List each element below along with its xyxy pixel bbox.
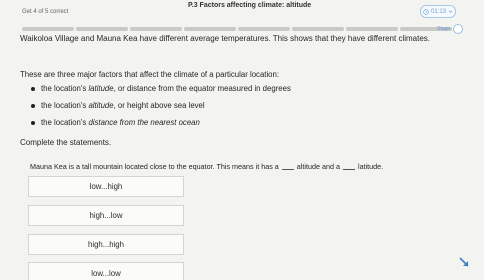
list-item: the location's distance from the nearest…	[30, 118, 291, 135]
factors-lead: These are three major factors that affec…	[20, 70, 280, 79]
practice-page: Get 4 of 5 correct P.3 Factors affecting…	[0, 0, 484, 280]
timer[interactable]: 01:13	[420, 5, 456, 18]
answer-option[interactable]: high...high	[28, 234, 184, 255]
stage-segment	[292, 27, 344, 31]
cloze-sentence: Mauna Kea is a tall mountain located clo…	[30, 162, 384, 171]
factors-list: the location's latitude, or distance fro…	[30, 84, 291, 135]
chevron-down-icon	[448, 10, 453, 13]
clock-icon	[423, 8, 429, 15]
list-item: the location's latitude, or distance fro…	[30, 84, 291, 101]
lesson-title: P.3 Factors affecting climate: altitude	[188, 2, 312, 9]
factor-term: altitude	[88, 101, 114, 110]
list-item: the location's altitude, or height above…	[30, 101, 291, 118]
answer-option[interactable]: low...high	[28, 176, 184, 197]
factor-term: distance from the nearest ocean	[88, 118, 200, 127]
stage-segment	[130, 27, 182, 31]
answer-blank[interactable]	[342, 169, 355, 170]
stage-progress-bar	[22, 27, 452, 31]
answer-option[interactable]: high...low	[28, 205, 184, 226]
stage-indicator: Stage	[437, 24, 464, 34]
stage-label: Stage	[437, 26, 451, 32]
instruction: Complete the statements.	[20, 138, 112, 147]
stage-segment	[238, 27, 290, 31]
resize-handle-icon[interactable]	[458, 256, 470, 268]
answer-blank[interactable]	[281, 169, 294, 170]
top-bar: Get 4 of 5 correct P.3 Factors affecting…	[0, 0, 484, 26]
timer-value: 01:13	[430, 8, 446, 15]
stage-segment	[184, 27, 236, 31]
stage-segment	[346, 27, 398, 31]
factor-term: latitude	[88, 84, 114, 93]
stage-segment	[76, 27, 128, 31]
question-intro: Waikoloa Village and Mauna Kea have diff…	[20, 34, 431, 43]
stage-segment	[22, 27, 74, 31]
progress-text: Get 4 of 5 correct	[22, 9, 69, 15]
answer-option[interactable]: low...low	[28, 262, 184, 280]
stage-circle-icon	[453, 24, 464, 34]
